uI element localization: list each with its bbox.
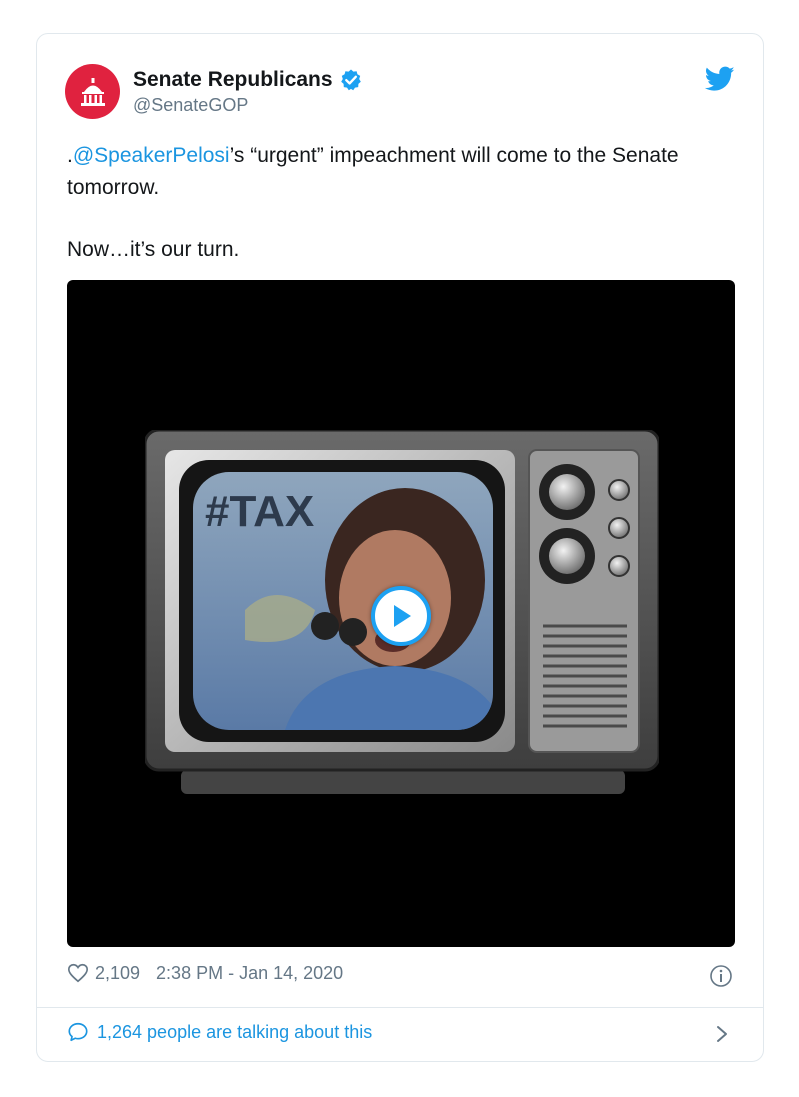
tweet-meta: 2,109 2:38 PM - Jan 14, 2020 [67, 962, 343, 984]
like-count[interactable]: 2,109 [95, 963, 140, 984]
info-icon[interactable] [709, 964, 733, 988]
avatar[interactable] [65, 64, 120, 119]
embedded-tweet-card: Senate Republicans @SenateGOP .@SpeakerP… [36, 33, 764, 1062]
play-icon [394, 605, 411, 627]
handle[interactable]: @SenateGOP [133, 95, 248, 116]
display-name[interactable]: Senate Republicans [133, 68, 363, 92]
display-name-text: Senate Republicans [133, 68, 333, 91]
play-button[interactable] [371, 586, 431, 646]
capitol-dome-icon [80, 77, 105, 106]
comment-icon [68, 1022, 88, 1042]
twitter-bird-icon[interactable] [705, 66, 735, 92]
svg-text:#TAX: #TAX [205, 487, 314, 536]
talking-text: 1,264 people are talking about this [97, 1021, 373, 1042]
talking-link[interactable]: 1,264 people are talking about this [67, 1021, 372, 1043]
divider [37, 1007, 763, 1008]
heart-icon[interactable] [67, 962, 89, 984]
video-media[interactable]: #TAX [67, 280, 735, 947]
verified-badge-icon [340, 69, 361, 91]
mention-link[interactable]: @SpeakerPelosi [73, 144, 230, 167]
timestamp[interactable]: 2:38 PM - Jan 14, 2020 [156, 963, 343, 984]
text-line-2: Now…it’s our turn. [67, 238, 240, 261]
chevron-right-icon[interactable] [715, 1024, 729, 1044]
tweet-text: .@SpeakerPelosi’s “urgent” impeachment w… [67, 140, 727, 266]
